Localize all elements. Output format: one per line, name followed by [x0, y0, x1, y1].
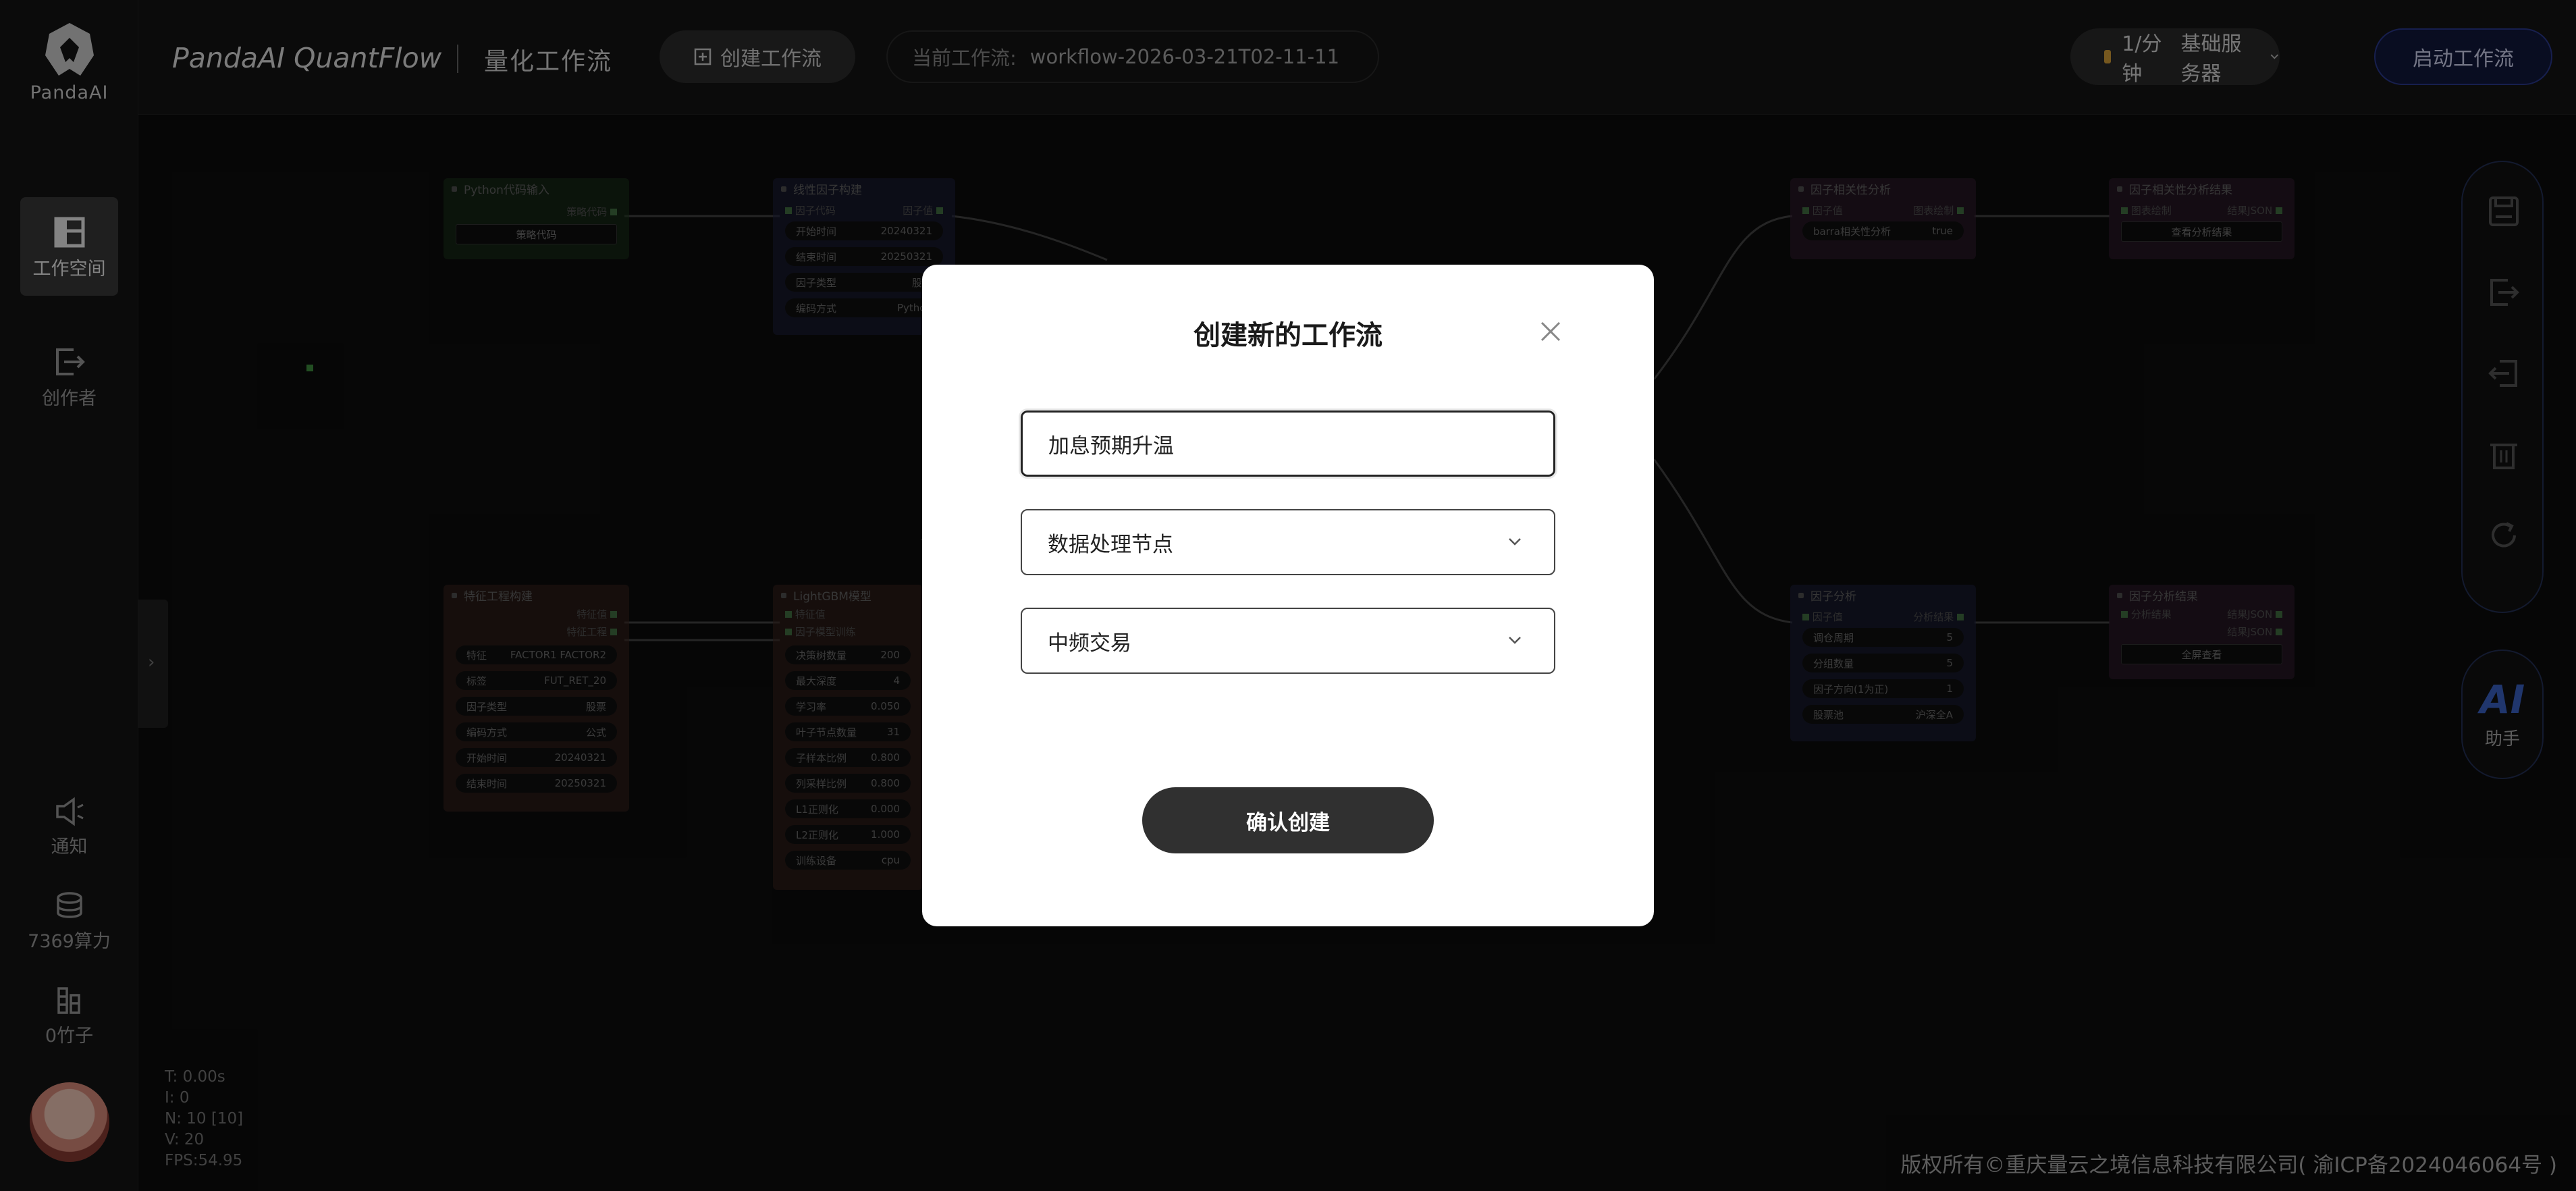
- confirm-create-button[interactable]: 确认创建: [1142, 787, 1434, 853]
- workflow-name-value: 加息预期升温: [1048, 433, 1174, 458]
- workflow-name-input[interactable]: 加息预期升温: [1019, 408, 1557, 479]
- node-type-value: 数据处理节点: [1048, 532, 1173, 557]
- close-icon[interactable]: [1534, 315, 1567, 348]
- trading-frequency-value: 中频交易: [1048, 631, 1131, 656]
- trading-frequency-select[interactable]: 中频交易: [1021, 608, 1555, 674]
- chevron-down-icon: [1509, 538, 1521, 546]
- create-workflow-dialog: 创建新的工作流 加息预期升温 数据处理节点 中频交易 确认创建: [922, 265, 1654, 926]
- chevron-down-icon: [1509, 637, 1521, 644]
- node-type-select[interactable]: 数据处理节点: [1021, 509, 1555, 575]
